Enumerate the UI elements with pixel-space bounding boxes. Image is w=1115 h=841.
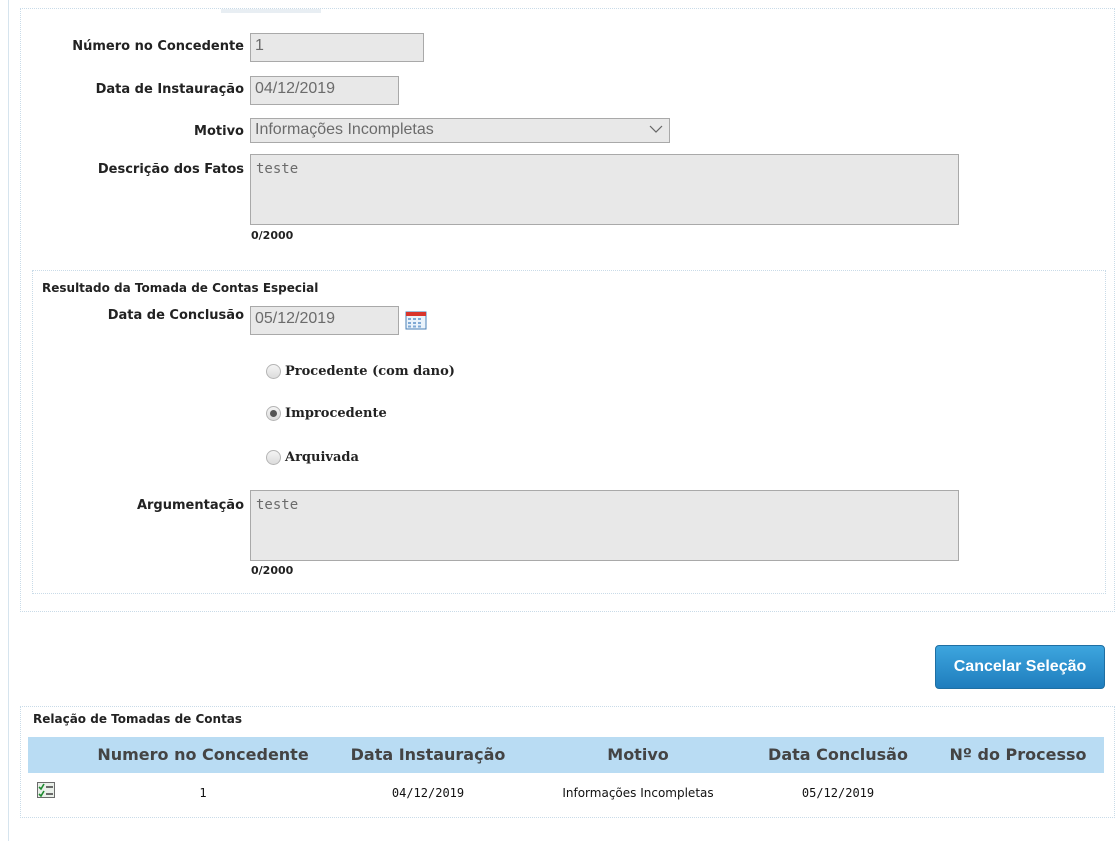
col-data-instauracao[interactable]: Data Instauração xyxy=(338,737,518,773)
relacao-title: Relação de Tomadas de Contas xyxy=(33,712,243,726)
cell-numero: 1 xyxy=(199,786,207,800)
numero-concedente-label: Número no Concedente xyxy=(72,39,244,54)
section-tab-remnant xyxy=(221,9,321,13)
resultado-title: Resultado da Tomada de Contas Especial xyxy=(42,281,319,295)
radio-improcedente-label: Improcedente xyxy=(285,406,387,421)
radio-selected-dot xyxy=(270,410,277,417)
data-instauracao-label: Data de Instauração xyxy=(95,82,244,97)
motivo-label: Motivo xyxy=(194,124,244,139)
radio-improcedente[interactable]: Improcedente xyxy=(266,406,387,421)
radio-button[interactable] xyxy=(266,450,281,465)
argumentacao-label: Argumentação xyxy=(136,498,244,513)
descricao-char-counter: 0/2000 xyxy=(251,229,294,242)
radio-button-selected[interactable] xyxy=(266,406,281,421)
cell-motivo: Informações Incompletas xyxy=(562,786,714,800)
radio-button[interactable] xyxy=(266,364,281,379)
cancelar-selecao-button[interactable]: Cancelar Seleção xyxy=(935,645,1105,689)
calendar-icon[interactable] xyxy=(405,310,427,330)
data-instauracao-input[interactable]: 04/12/2019 xyxy=(250,76,399,105)
motivo-select-value: Informações Incompletas xyxy=(255,121,434,138)
descricao-fatos-label: Descrição dos Fatos xyxy=(97,162,244,177)
cell-data-conclusao: 05/12/2019 xyxy=(801,786,875,800)
argumentacao-textarea[interactable]: teste xyxy=(250,490,959,561)
radio-procedente[interactable]: Procedente (com dano) xyxy=(266,364,455,379)
radio-arquivada-label: Arquivada xyxy=(285,450,359,465)
chevron-down-icon xyxy=(649,125,663,133)
col-numero-concedente[interactable]: Numero no Concedente xyxy=(88,737,318,773)
page-left-border xyxy=(8,0,9,841)
col-motivo[interactable]: Motivo xyxy=(538,737,738,773)
descricao-fatos-textarea[interactable]: teste xyxy=(250,154,959,225)
col-data-conclusao[interactable]: Data Conclusão xyxy=(753,737,923,773)
motivo-select[interactable]: Informações Incompletas xyxy=(250,118,670,143)
argumentacao-char-counter: 0/2000 xyxy=(251,564,294,577)
cell-data-instauracao: 04/12/2019 xyxy=(391,786,465,800)
data-conclusao-input[interactable]: 05/12/2019 xyxy=(250,306,399,335)
select-row-icon[interactable] xyxy=(37,782,55,798)
numero-concedente-input[interactable]: 1 xyxy=(250,33,424,62)
table-header: Numero no Concedente Data Instauração Mo… xyxy=(28,737,1104,773)
radio-arquivada[interactable]: Arquivada xyxy=(266,450,359,465)
data-conclusao-label: Data de Conclusão xyxy=(107,308,244,323)
col-numero-processo[interactable]: Nº do Processo xyxy=(938,737,1098,773)
radio-procedente-label: Procedente (com dano) xyxy=(285,364,455,379)
